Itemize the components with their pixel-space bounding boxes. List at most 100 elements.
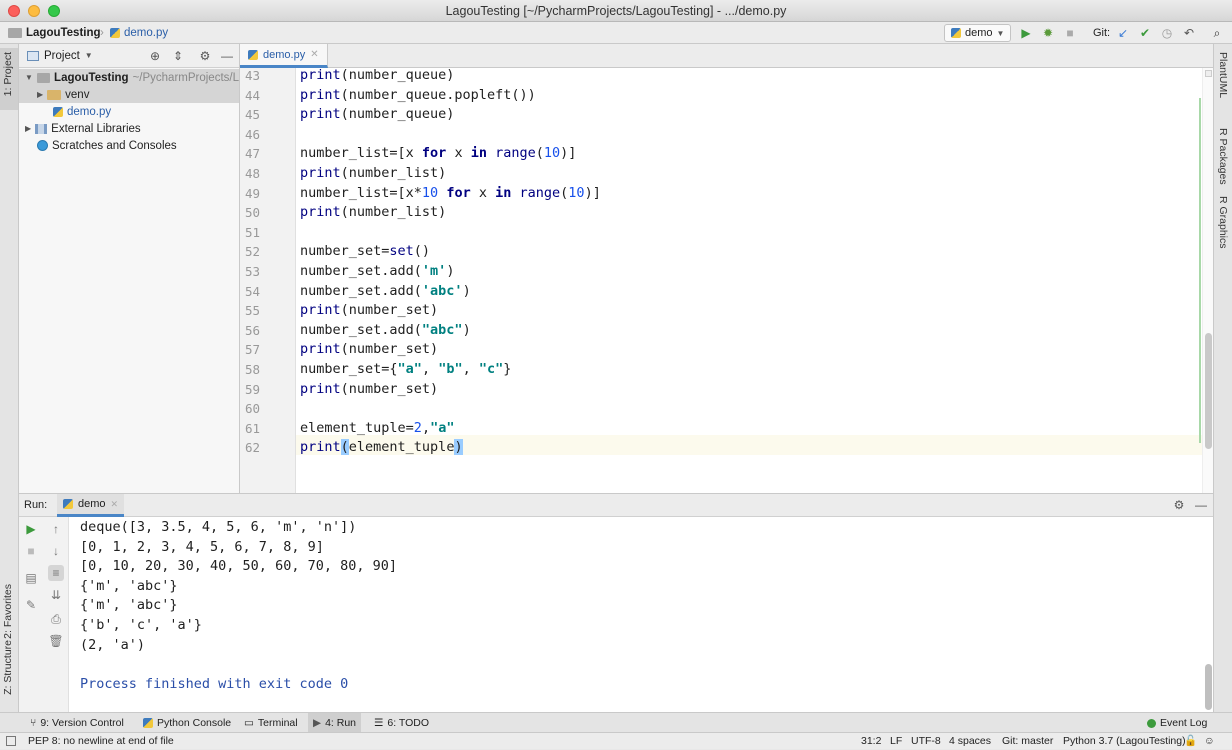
console-line: (2, 'a') [80, 636, 146, 653]
collapse-all-icon[interactable]: ⇕ [170, 48, 186, 64]
tab-python-console[interactable]: Python Console [143, 713, 231, 733]
inspector-icon[interactable]: ☺ [1204, 733, 1215, 750]
console-scrollbar-thumb[interactable] [1205, 664, 1212, 710]
event-log-icon [1147, 718, 1156, 728]
toggle-tool-windows-icon[interactable] [6, 736, 16, 746]
tab-todo[interactable]: ☰ 6: TODO [374, 713, 429, 733]
minimize-window-button[interactable] [28, 5, 40, 17]
tree-item-scratches[interactable]: Scratches and Consoles [19, 137, 177, 154]
run-icon[interactable]: ▶ [1018, 25, 1034, 41]
code-line[interactable]: number_list=[x*10 for x in range(10)] [300, 184, 601, 204]
hide-panel-icon[interactable]: — [219, 48, 235, 64]
tab-version-control[interactable]: ⑂ 9: Version Control [30, 713, 124, 733]
project-panel-header: Project ▼ ⊕ ⇕ ⚙ — [19, 44, 239, 68]
python-icon [951, 28, 961, 38]
code-line[interactable]: print(number_set) [300, 380, 438, 400]
line-number: 61 [244, 420, 260, 436]
code-line[interactable]: number_set=set() [300, 242, 430, 262]
layout-icon[interactable]: ▤ [23, 570, 39, 586]
project-view-icon [27, 51, 39, 61]
code-line[interactable]: element_tuple=2,"a" [300, 419, 454, 439]
tree-item-demo-py[interactable]: demo.py [19, 103, 111, 120]
file-encoding[interactable]: UTF-8 [911, 733, 941, 750]
code-line[interactable]: number_set.add('m') [300, 262, 454, 282]
project-view-select[interactable]: Project ▼ [27, 44, 93, 68]
gear-icon[interactable]: ⚙ [1171, 497, 1187, 513]
indent-setting[interactable]: 4 spaces [949, 733, 991, 750]
locate-file-icon[interactable]: ⊕ [147, 48, 163, 64]
git-revert-icon[interactable]: ↶ [1181, 25, 1197, 41]
run-config-select[interactable]: demo ▼ [944, 24, 1011, 42]
rerun-icon[interactable]: ▶ [23, 521, 39, 537]
tab-demo-py[interactable]: demo.py ✕ [240, 44, 328, 68]
favorites-tool-tab[interactable]: 2: Favorites [2, 584, 14, 639]
breadcrumb-project[interactable]: LagouTesting [8, 22, 101, 44]
code-line[interactable]: print(number_queue.popleft()) [300, 86, 536, 106]
python-icon [143, 718, 153, 728]
git-update-icon[interactable]: ↙ [1115, 25, 1131, 41]
scrollbar-thumb[interactable] [1205, 333, 1212, 449]
tab-python-console-label: Python Console [157, 717, 232, 729]
code-line[interactable]: print(number_set) [300, 340, 438, 360]
gear-icon[interactable]: ⚙ [197, 48, 213, 64]
expand-arrow-icon: ▼ [25, 73, 33, 82]
caret-position[interactable]: 31:2 [861, 733, 881, 750]
close-tab-icon[interactable]: ✕ [310, 49, 318, 60]
trash-icon[interactable]: 🗑 [48, 633, 64, 649]
r-graphics-tool-tab[interactable]: R Graphics [1217, 196, 1229, 249]
code-line[interactable]: print(number_list) [300, 164, 446, 184]
hide-panel-icon[interactable]: — [1193, 497, 1209, 513]
git-history-icon[interactable]: ◷ [1159, 25, 1175, 41]
line-number: 58 [244, 362, 260, 377]
code-line[interactable]: print(element_tuple) [300, 438, 463, 458]
stop-icon[interactable]: ■ [23, 543, 39, 559]
search-icon[interactable]: ⌕ [1209, 25, 1225, 41]
pin-icon[interactable]: ✎ [23, 597, 39, 613]
expand-arrow-icon: ▶ [25, 124, 32, 133]
run-tab-demo[interactable]: demo ✕ [57, 494, 125, 517]
plantuml-tool-tab[interactable]: PlantUML [1217, 52, 1229, 98]
folder-icon [36, 72, 51, 83]
structure-tool-tab[interactable]: Z: Structure [2, 640, 14, 695]
python-interpreter[interactable]: Python 3.7 (LagouTesting) [1063, 733, 1186, 750]
tree-item-project-root[interactable]: ▼ LagouTesting ~/PycharmProjects/L [19, 69, 239, 86]
debug-icon[interactable]: ✹ [1040, 25, 1056, 41]
line-number: 50 [244, 205, 260, 221]
print-icon[interactable]: ⎙ [48, 611, 64, 627]
code-line[interactable]: number_list=[x for x in range(10)] [300, 144, 576, 164]
version-control-icon: ⑂ [30, 717, 37, 729]
editor-scrollbar[interactable] [1199, 68, 1213, 493]
git-branch[interactable]: Git: master [1002, 733, 1053, 750]
code-line[interactable]: print(number_queue) [300, 68, 454, 86]
line-number: 44 [244, 87, 260, 103]
code-line[interactable]: print(number_list) [300, 203, 446, 223]
stop-icon[interactable]: ■ [1062, 25, 1078, 41]
close-window-button[interactable] [8, 5, 20, 17]
code-line[interactable]: print(number_set) [300, 301, 438, 321]
scroll-down-icon[interactable]: ↓ [48, 543, 64, 559]
soft-wrap-icon[interactable]: ≡ [48, 565, 64, 581]
close-tab-icon[interactable]: ✕ [111, 499, 119, 510]
event-log-button[interactable]: Event Log [1147, 713, 1207, 733]
lock-icon[interactable]: 🔓 [1184, 733, 1197, 750]
tab-run[interactable]: ▶ 4: Run [308, 713, 362, 733]
code-line[interactable]: number_set.add("abc") [300, 321, 471, 341]
code-line[interactable]: number_set={"a", "b", "c"} [300, 360, 511, 380]
git-commit-icon[interactable]: ✔ [1137, 25, 1153, 41]
run-config-label: demo [965, 27, 993, 39]
code-line[interactable]: print(number_queue) [300, 105, 454, 125]
tab-terminal[interactable]: ▭ Terminal [244, 713, 298, 733]
r-packages-tool-tab[interactable]: R Packages [1217, 128, 1229, 185]
code-line[interactable]: number_set.add('abc') [300, 282, 471, 302]
scroll-up-icon[interactable]: ↑ [48, 521, 64, 537]
tree-item-external-libraries[interactable]: ▶ External Libraries [19, 120, 141, 137]
line-separator[interactable]: LF [890, 733, 902, 750]
process-finished-message: Process finished with exit code 0 [80, 675, 349, 692]
code-editor[interactable]: 43 44 45 46 47 48 49 50 51 52 53 54 55 56 57 58 59 60 61 62… [240, 68, 1213, 493]
tree-item-venv[interactable]: ▶ venv [19, 86, 239, 103]
left-tool-strip: 1: Project 2: Favorites Z: Structure [0, 44, 19, 712]
breadcrumb-file[interactable]: demo.py [110, 22, 168, 44]
right-tool-strip: PlantUML R Packages R Graphics [1213, 44, 1232, 712]
zoom-window-button[interactable] [48, 5, 60, 17]
scroll-to-end-icon[interactable]: ⇊ [48, 587, 64, 603]
